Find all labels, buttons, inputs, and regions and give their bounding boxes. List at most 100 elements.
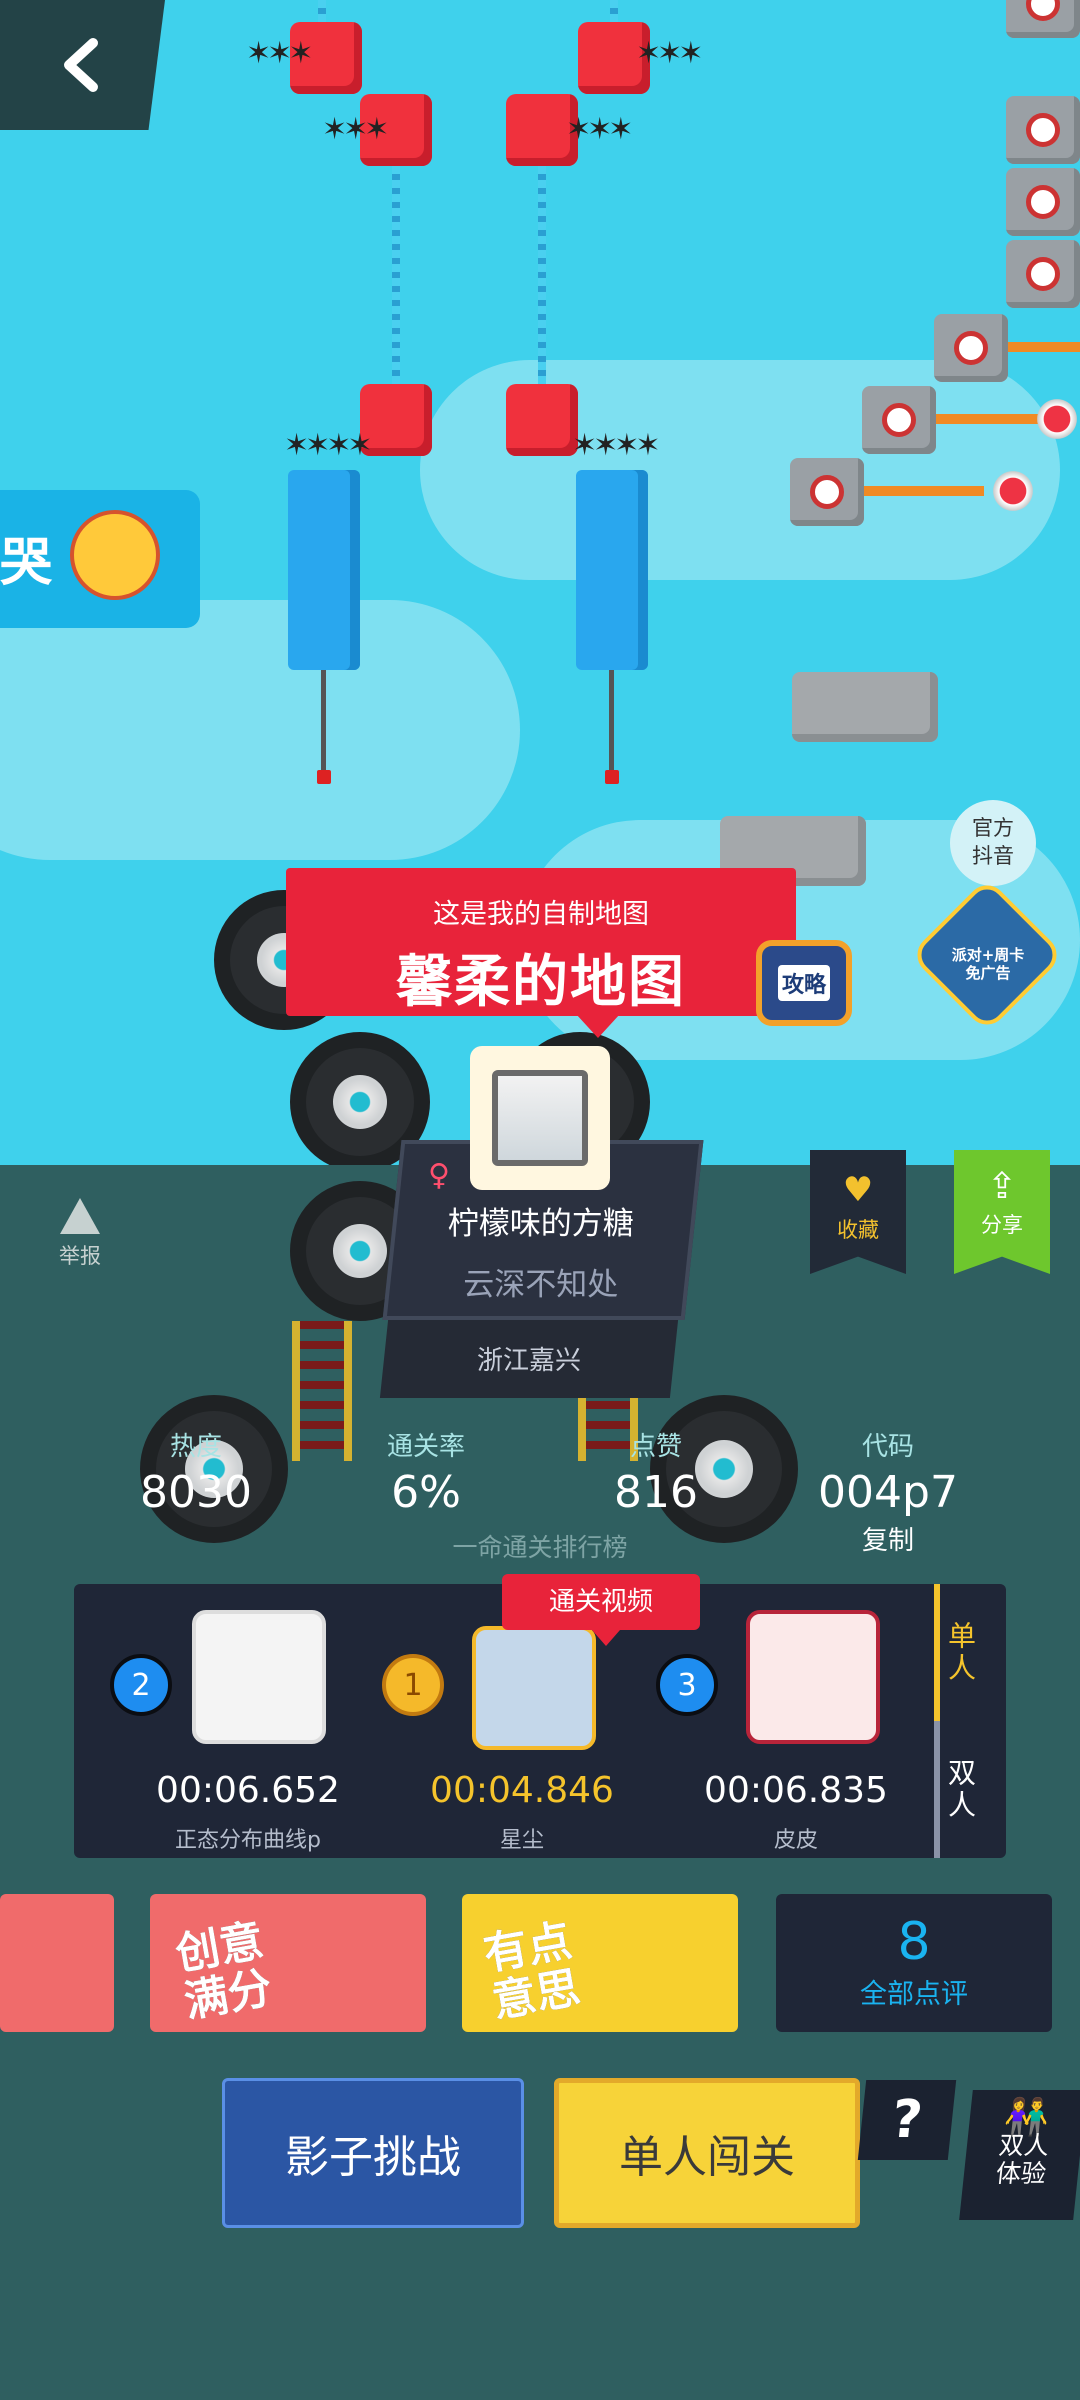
saw-box [934,314,1008,382]
author-location: 浙江嘉兴 [476,1346,581,1376]
gender-female-icon: ♀ [428,1158,450,1193]
saw-box [1006,168,1080,236]
rank-badge: 2 [110,1654,172,1716]
tab-duo[interactable]: 双人 [934,1721,980,1858]
shadow-challenge-button[interactable]: 影子挑战 [222,2078,524,2228]
stat-value: 8030 [140,1467,252,1518]
player-time: 00:06.652 [156,1770,340,1811]
single-play-button[interactable]: 单人闯关 [554,2078,860,2228]
blue-pillar [576,470,648,670]
share-button[interactable]: ⇪ 分享 [954,1150,1050,1274]
thorn-decoration: ✶✶✶ [246,36,313,71]
stat-heat: 热度 8030 [106,1426,286,1518]
emoji-bubble: 哭 [0,490,200,628]
report-label: 举报 [59,1244,101,1268]
people-icon: 👫 [1002,2097,1052,2138]
reviews-label: 全部点评 [860,1979,968,2010]
chevron-left-icon [63,38,98,92]
stat-label: 点赞 [629,1432,682,1462]
player-avatar[interactable] [472,1626,596,1750]
cloud [0,600,520,860]
pole-tip [605,770,619,784]
favorite-label: 收藏 [837,1218,879,1242]
reviews-count: 8 [897,1912,931,1972]
share-icon: ⇪ [986,1166,1018,1207]
share-label: 分享 [981,1213,1023,1237]
rope [538,166,546,386]
warning-icon [60,1198,100,1234]
stat-label: 通关率 [386,1432,465,1462]
author-avatar[interactable] [470,1046,610,1190]
piston-bar [1008,342,1080,352]
image-placeholder-icon [492,1070,588,1166]
copy-code-button[interactable]: 复制 [798,1520,978,1557]
player-avatar[interactable] [192,1610,326,1744]
player-avatar[interactable] [746,1610,880,1744]
tab-single[interactable]: 单人 [934,1584,980,1721]
saw-box [790,458,864,526]
rank-badge: 3 [656,1654,718,1716]
red-block [506,384,578,456]
tag-chip-label: 创意 满分 [171,1915,276,2028]
thorn-decoration: ✶✶✶ [636,36,703,71]
emoji-bubble-text: 哭 [0,533,53,593]
spike-ball [1034,396,1080,442]
tag-chip-creative[interactable]: 创意 满分 [150,1894,426,2032]
thorn-decoration: ✶✶✶ [566,112,633,147]
rank-badge: 1 [382,1654,444,1716]
blue-pillar [288,470,360,670]
tag-chip-label: 有点 意思 [479,1915,584,2028]
back-button[interactable] [0,0,165,130]
spike-ball [990,468,1036,514]
leaderboard-tabs: 单人 双人 [934,1584,1006,1858]
saw-box [1006,240,1080,308]
map-code: 004p7 [818,1467,958,1518]
duo-trial-label: 双人 体验 [994,2131,1051,2188]
stone-block [792,672,938,742]
saw-box [862,386,936,454]
stat-value: 816 [614,1467,698,1518]
map-title: 馨柔的地图 [396,950,686,1015]
douyin-label: 官方 抖音 [972,816,1014,868]
stat-value: 6% [391,1467,461,1518]
guide-label: 攻略 [777,965,830,1001]
guide-tv-button[interactable]: 攻略 [756,940,852,1026]
map-subtitle: 这是我的自制地图 [433,899,649,930]
thorn-decoration: ✶✶✶✶ [284,428,373,463]
saw-box [1006,0,1080,38]
author-signature: 云深不知处 [463,1267,619,1303]
rope [392,166,400,386]
player-name: 正态分布曲线p [175,1828,321,1853]
player-name: 星尘 [499,1828,544,1853]
thorn-decoration: ✶✶✶ [322,112,389,147]
clear-video-button[interactable]: 通关视频 [502,1574,700,1646]
piston-bar [864,486,984,496]
help-button[interactable]: ? [857,2080,957,2160]
player-time: 00:04.846 [430,1770,614,1811]
saw-box [1006,96,1080,164]
leaderboard-caption: 一命通关排行榜 [452,1533,628,1562]
red-block [360,384,432,456]
report-button[interactable]: 举报 [52,1198,108,1270]
tag-chip-interesting[interactable]: 有点 意思 [462,1894,738,2032]
stat-clear-rate: 通关率 6% [336,1426,516,1518]
stat-code[interactable]: 代码 004p7 复制 [798,1426,978,1557]
stat-likes: 点赞 816 [566,1426,746,1518]
crying-face-icon [70,510,160,600]
pole-tip [317,770,331,784]
stat-label: 热度 [169,1432,222,1462]
heart-icon: ♥ [842,1170,874,1210]
piston-bar [936,414,1046,424]
tag-chip-partial[interactable] [0,1894,114,2032]
pole [609,670,614,770]
player-name: 皮皮 [773,1828,818,1853]
author-name: 柠檬味的方糖 [447,1206,634,1242]
favorite-button[interactable]: ♥ 收藏 [810,1150,906,1274]
official-douyin-button[interactable]: 官方 抖音 [950,800,1036,886]
map-title-banner: 这是我的自制地图 馨柔的地图 [286,868,796,1038]
pole [321,670,326,770]
thorn-decoration: ✶✶✶✶ [572,428,661,463]
duo-trial-button[interactable]: 👫 双人 体验 [959,2090,1080,2220]
all-reviews-button[interactable]: 8 全部点评 [776,1894,1052,2032]
stat-label: 代码 [861,1432,914,1462]
